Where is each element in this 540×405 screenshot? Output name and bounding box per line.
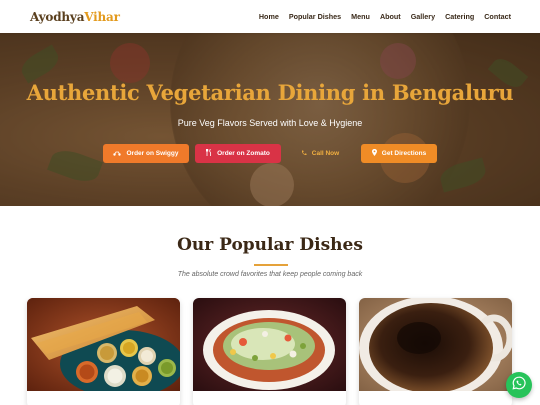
popular-dishes-cards [27, 298, 513, 405]
brand-logo[interactable]: AyodhyaVihar [30, 10, 120, 24]
nav-item-home[interactable]: Home [259, 12, 279, 21]
brand-name-part1: Ayodhya [30, 9, 85, 24]
nav-item-catering[interactable]: Catering [445, 12, 474, 21]
brand-name-part2: Vihar [84, 9, 120, 24]
fork-knife-icon [205, 148, 212, 158]
nav-item-menu[interactable]: Menu [351, 12, 370, 21]
order-swiggy-label: Order on Swiggy [126, 150, 179, 157]
popular-dishes-subtitle: The absolute crowd favorites that keep p… [177, 271, 363, 278]
nav-links: Home Popular Dishes Menu About Gallery C… [249, 12, 511, 21]
hero-subtitle: Pure Veg Flavors Served with Love & Hygi… [177, 118, 363, 128]
nav-item-about[interactable]: About [380, 12, 401, 21]
scooter-icon [113, 150, 122, 158]
order-zomato-button[interactable]: Order on Zomato [195, 144, 281, 163]
nav-item-gallery[interactable]: Gallery [411, 12, 435, 21]
popular-dishes-title: Our Popular Dishes [177, 235, 363, 255]
dish-card[interactable] [359, 298, 512, 405]
hero-title: Authentic Vegetarian Dining in Bengaluru [26, 80, 514, 105]
order-zomato-label: Order on Zomato [217, 150, 270, 157]
map-pin-icon [371, 149, 377, 158]
call-now-label: Call Now [311, 150, 340, 157]
pav-bhaji-image [193, 298, 346, 391]
filter-coffee-image [359, 298, 512, 391]
nav-item-popular-dishes[interactable]: Popular Dishes [289, 12, 341, 21]
hero-section: Authentic Vegetarian Dining in Bengaluru… [0, 33, 540, 206]
get-directions-button[interactable]: Get Directions [361, 144, 437, 163]
whatsapp-chat-button[interactable] [506, 372, 532, 398]
phone-icon [301, 150, 307, 158]
dish-card[interactable] [193, 298, 346, 405]
dish-card[interactable] [27, 298, 180, 405]
hero-button-group: Order on Swiggy Order on Zomato Call Now… [0, 144, 540, 163]
call-now-button[interactable]: Call Now [287, 144, 353, 163]
get-directions-label: Get Directions [381, 150, 427, 157]
whatsapp-icon [512, 376, 526, 395]
section-divider [254, 264, 288, 266]
navbar: AyodhyaVihar Home Popular Dishes Menu Ab… [0, 0, 540, 33]
order-swiggy-button[interactable]: Order on Swiggy [103, 144, 189, 163]
nav-item-contact[interactable]: Contact [484, 12, 511, 21]
masala-dosa-image [27, 298, 180, 391]
